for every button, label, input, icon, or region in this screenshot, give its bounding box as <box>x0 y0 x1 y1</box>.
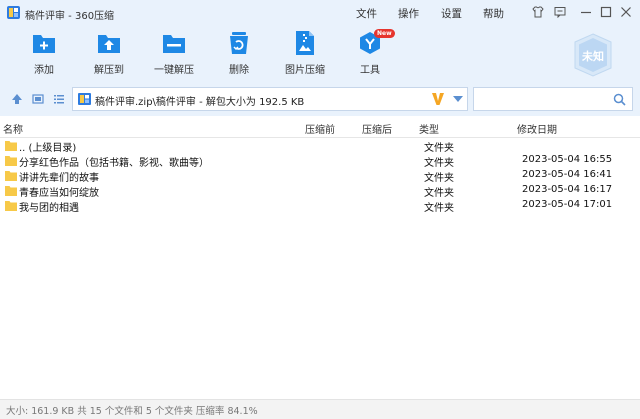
up-arrow-icon[interactable] <box>11 93 23 105</box>
column-type[interactable]: 类型 <box>419 121 439 136</box>
file-modified: 2023-05-04 16:55 <box>522 154 613 165</box>
extract-to-icon <box>98 35 120 53</box>
delete-icon <box>230 32 248 54</box>
minimize-icon[interactable] <box>580 6 592 18</box>
file-modified: 2023-05-04 17:01 <box>522 199 613 210</box>
app-logo-icon <box>7 6 20 19</box>
add-folder-icon <box>33 35 55 53</box>
menu-help[interactable]: 帮助 <box>483 6 504 21</box>
file-type: 文件夹 <box>424 143 454 154</box>
file-name: 讲讲先辈们的故事 <box>19 173 99 184</box>
path-field[interactable]: 稿件评审.zip\稿件评审 - 解包大小为 192.5 KB <box>72 87 468 111</box>
feedback-icon[interactable] <box>554 6 566 18</box>
folder-icon <box>5 141 17 151</box>
list-view-icon[interactable] <box>53 93 65 105</box>
new-badge: New <box>374 29 395 38</box>
file-type: 文件夹 <box>424 173 454 184</box>
delete-button[interactable]: 删除 <box>207 30 271 80</box>
column-original[interactable]: 压缩后 <box>362 121 392 136</box>
file-name: 我与团的相遇 <box>19 203 79 214</box>
path-text: 稿件评审.zip\稿件评审 - 解包大小为 192.5 KB <box>95 97 305 108</box>
menu-file[interactable]: 文件 <box>356 6 377 21</box>
menu-operation[interactable]: 操作 <box>398 6 419 21</box>
status-text: 大小: 161.9 KB 共 15 个文件和 5 个文件夹 压缩率 84.1% <box>6 406 258 417</box>
close-icon[interactable] <box>620 6 632 18</box>
one-click-extract-icon <box>163 35 185 53</box>
file-type: 文件夹 <box>424 203 454 214</box>
folder-icon <box>5 171 17 181</box>
folder-icon <box>5 156 17 166</box>
verified-v-icon[interactable] <box>431 91 445 107</box>
one-click-extract-label: 一键解压 <box>154 65 194 76</box>
parent-directory-row[interactable]: .. (上级目录) 文件夹 <box>0 138 640 154</box>
file-name: 分享红色作品（包括书籍、影视、歌曲等） <box>19 158 209 169</box>
file-modified: 2023-05-04 16:17 <box>522 184 613 195</box>
table-row[interactable]: 分享红色作品（包括书籍、影视、歌曲等） 文件夹 2023-05-04 16:55 <box>0 153 640 169</box>
file-name: 青春应当如何绽放 <box>19 188 99 199</box>
search-icon[interactable] <box>613 93 626 106</box>
toolbar: 添加 解压到 一键解压 删除 图片压缩 New 工具 <box>0 26 640 84</box>
skin-icon[interactable] <box>532 6 544 18</box>
address-bar: 稿件评审.zip\稿件评审 - 解包大小为 192.5 KB <box>0 84 640 116</box>
table-row[interactable]: 青春应当如何绽放 文件夹 2023-05-04 16:17 <box>0 183 640 199</box>
image-compress-label: 图片压缩 <box>285 65 325 76</box>
file-modified: 2023-05-04 16:41 <box>522 169 613 180</box>
tools-label: 工具 <box>360 65 380 76</box>
add-button-label: 添加 <box>34 65 54 76</box>
extract-to-button[interactable]: 解压到 <box>77 30 141 80</box>
search-input[interactable] <box>473 87 633 111</box>
one-click-extract-button[interactable]: 一键解压 <box>142 30 206 80</box>
archive-icon <box>78 93 91 105</box>
maximize-icon[interactable] <box>600 6 612 18</box>
folder-icon <box>5 186 17 196</box>
table-row[interactable]: 讲讲先辈们的故事 文件夹 2023-05-04 16:41 <box>0 168 640 184</box>
table-row[interactable]: 我与团的相遇 文件夹 2023-05-04 17:01 <box>0 198 640 214</box>
security-status-label: 未知 <box>582 50 604 63</box>
column-compressed[interactable]: 压缩前 <box>305 121 335 136</box>
file-type: 文件夹 <box>424 188 454 199</box>
title-bar: 稿件评审 - 360压缩 文件 操作 设置 帮助 <box>0 0 640 26</box>
column-name[interactable]: 名称 <box>3 121 23 136</box>
thumbnail-view-icon[interactable] <box>32 93 44 105</box>
chevron-down-icon[interactable] <box>453 96 463 103</box>
file-type: 文件夹 <box>424 158 454 169</box>
file-list: .. (上级目录) 文件夹 分享红色作品（包括书籍、影视、歌曲等） 文件夹 20… <box>0 138 640 214</box>
image-compress-button[interactable]: 图片压缩 <box>273 30 337 80</box>
extract-to-label: 解压到 <box>94 65 124 76</box>
status-bar: 大小: 161.9 KB 共 15 个文件和 5 个文件夹 压缩率 84.1% <box>0 399 640 419</box>
window-title: 稿件评审 - 360压缩 <box>25 11 115 22</box>
delete-label: 删除 <box>229 65 249 76</box>
folder-icon <box>5 201 17 211</box>
file-name: .. (上级目录) <box>19 143 77 154</box>
column-modified[interactable]: 修改日期 <box>517 121 557 136</box>
add-button[interactable]: 添加 <box>12 30 76 80</box>
menu-settings[interactable]: 设置 <box>441 6 462 21</box>
image-compress-icon <box>296 31 314 55</box>
file-list-header: 名称 压缩前 压缩后 类型 修改日期 <box>0 117 640 138</box>
tools-button[interactable]: New 工具 <box>338 29 402 80</box>
